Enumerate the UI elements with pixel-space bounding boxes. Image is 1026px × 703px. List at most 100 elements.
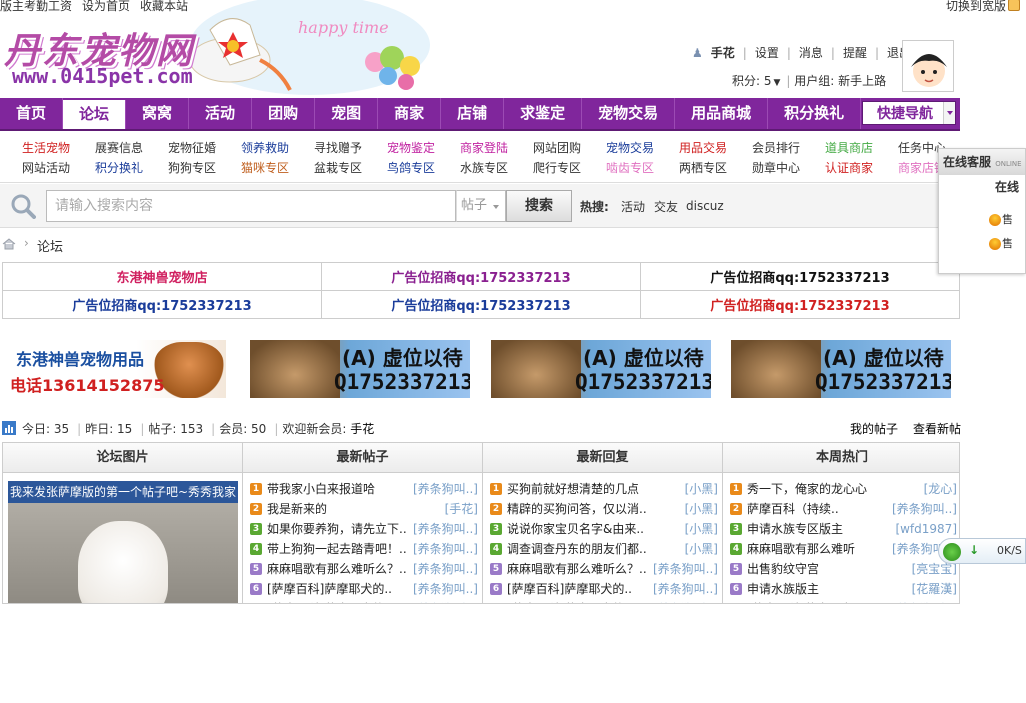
sub-nav-link[interactable]: 狗狗专区	[168, 159, 216, 176]
post-title-link[interactable]: [萨摩百科]萨摩耶犬的..	[267, 579, 392, 599]
sub-nav-link[interactable]: 生活宠物	[22, 139, 70, 156]
nav-item-points-gifts[interactable]: 积分换礼	[768, 98, 862, 129]
ad-cell[interactable]: 东港神兽宠物店	[2, 262, 322, 291]
post-title-link[interactable]: 精辟的买狗问答，仅以消..	[507, 499, 647, 519]
online-service-panel[interactable]: 在线客服 ONLINE 在线 售 售	[938, 148, 1026, 274]
hot-search-link[interactable]: 交友	[654, 198, 678, 215]
ad-cell[interactable]: 广告位招商qq:1752337213	[640, 262, 960, 291]
list-item[interactable]: 4 调查调查丹东的朋友们都.. [小黑]	[483, 539, 722, 559]
list-item[interactable]: 5 麻麻唱歌有那么难听么？.. [养条狗叫..]	[243, 559, 482, 579]
nav-item-appraisal[interactable]: 求鉴定	[504, 98, 583, 129]
sub-nav-link[interactable]: 勋章中心	[752, 159, 800, 176]
post-author-link[interactable]: [养条狗叫..]	[892, 599, 957, 603]
post-author-link[interactable]: [wfd1987]	[895, 519, 957, 539]
settings-link[interactable]: 设置	[755, 46, 779, 60]
post-author-link[interactable]: [养条狗叫..]	[413, 519, 478, 539]
list-item[interactable]: 5 麻麻唱歌有那么难听么？.. [养条狗叫..]	[483, 559, 722, 579]
post-title-link[interactable]: 萨摩百科（持续..	[747, 499, 839, 519]
sub-nav-link[interactable]: 两栖专区	[679, 159, 727, 176]
breadcrumb[interactable]: 论坛	[37, 236, 63, 255]
post-title-link[interactable]: 说说你家宝贝名字&由来..	[507, 519, 644, 539]
post-title-link[interactable]: 申请水族专区版主	[747, 519, 843, 539]
post-author-link[interactable]: [养条狗叫..]	[653, 559, 718, 579]
hot-search-link[interactable]: discuz	[686, 199, 724, 213]
post-author-link[interactable]: [花羅漢]	[912, 579, 957, 599]
post-author-link[interactable]: [养条狗叫..]	[892, 499, 957, 519]
sub-nav-link[interactable]: 啮齿专区	[606, 159, 654, 176]
list-item[interactable]: 7 [萨摩百科]萨摩耶犬的.. [养条狗叫..]	[243, 599, 482, 603]
nav-item-events[interactable]: 活动	[189, 98, 253, 129]
username-link[interactable]: 手花	[711, 46, 735, 60]
list-item[interactable]: 7 [萨摩百科]萨摩耶犬的.. [养条狗叫..]	[483, 599, 722, 603]
qq-service-link[interactable]: 售	[989, 235, 1025, 253]
points-link[interactable]: 积分: 5	[732, 74, 772, 88]
post-author-link[interactable]: [养条狗叫..]	[413, 559, 478, 579]
post-author-link[interactable]: [小黑]	[685, 479, 718, 499]
ad-cell[interactable]: 广告位招商qq:1752337213	[640, 290, 960, 319]
forum-pic-caption[interactable]: 我来发张萨摩版的第一个帖子吧~秀秀我家	[8, 481, 238, 503]
post-author-link[interactable]: [养条狗叫..]	[413, 579, 478, 599]
post-title-link[interactable]: 麻麻唱歌有那么难听么？..	[507, 559, 647, 579]
sub-nav-link[interactable]: 宠物征婚	[168, 139, 216, 156]
sub-nav-link[interactable]: 宠物交易	[606, 139, 654, 156]
nav-item-merchants[interactable]: 商家	[378, 98, 442, 129]
post-author-link[interactable]: [养条狗叫..]	[413, 479, 478, 499]
post-author-link[interactable]: [养条狗叫..]	[413, 539, 478, 559]
sub-nav-link[interactable]: 用品交易	[679, 139, 727, 156]
post-title-link[interactable]: 如果你要养狗，请先立下..	[267, 519, 407, 539]
list-item[interactable]: 6 申请水族版主 [花羅漢]	[723, 579, 959, 599]
list-item[interactable]: 1 秀一下，俺家的龙心心 [龙心]	[723, 479, 959, 499]
post-title-link[interactable]: [萨摩百科]萨摩耶犬..	[747, 599, 860, 603]
notifications-link[interactable]: 提醒	[843, 46, 867, 60]
post-author-link[interactable]: [小黑]	[685, 499, 718, 519]
new-topics-link[interactable]: 查看新帖	[913, 420, 961, 437]
post-title-link[interactable]: [萨摩百科]萨摩耶犬的..	[267, 599, 392, 603]
list-item[interactable]: 1 买狗前就好想清楚的几点 [小黑]	[483, 479, 722, 499]
home-icon[interactable]	[2, 238, 16, 250]
nav-item-forum[interactable]: 论坛	[63, 100, 127, 129]
search-input[interactable]: 请输入搜索内容	[46, 190, 456, 222]
post-author-link[interactable]: [养条狗叫..]	[413, 599, 478, 603]
sub-nav-link[interactable]: 会员排行	[752, 139, 800, 156]
welcome-user-link[interactable]: 手花	[350, 422, 374, 436]
search-type-select[interactable]: 帖子	[456, 190, 506, 222]
post-title-link[interactable]: 调查调查丹东的朋友们都..	[507, 539, 647, 559]
my-topics-link[interactable]: 我的帖子	[850, 420, 898, 437]
list-item[interactable]: 2 萨摩百科（持续.. [养条狗叫..]	[723, 499, 959, 519]
user-group-link[interactable]: 用户组: 新手上路	[794, 74, 886, 88]
list-item[interactable]: 2 精辟的买狗问答，仅以消.. [小黑]	[483, 499, 722, 519]
list-item[interactable]: 4 带上狗狗一起去踏青吧！.. [养条狗叫..]	[243, 539, 482, 559]
list-item[interactable]: 3 申请水族专区版主 [wfd1987]	[723, 519, 959, 539]
nav-item-supplies-mall[interactable]: 用品商城	[675, 98, 769, 129]
sub-nav-link[interactable]: 商家登陆	[460, 139, 508, 156]
nav-item-nest[interactable]: 窝窝	[126, 98, 190, 129]
nav-item-home[interactable]: 首页	[0, 98, 64, 129]
nav-item-pet-pics[interactable]: 宠图	[315, 98, 379, 129]
post-title-link[interactable]: 带上狗狗一起去踏青吧！..	[267, 539, 407, 559]
list-item[interactable]: 5 出售豹纹守宫 [亮宝宝]	[723, 559, 959, 579]
sub-nav-link[interactable]: 猫咪专区	[241, 159, 289, 176]
avatar[interactable]	[902, 40, 954, 92]
list-item[interactable]: 6 [萨摩百科]萨摩耶犬的.. [养条狗叫..]	[243, 579, 482, 599]
ad-cell[interactable]: 广告位招商qq:1752337213	[321, 290, 641, 319]
widescreen-icon[interactable]	[1008, 0, 1020, 11]
list-item[interactable]: 3 说说你家宝贝名字&由来.. [小黑]	[483, 519, 722, 539]
post-title-link[interactable]: [萨摩百科]萨摩耶犬的..	[507, 579, 632, 599]
search-button[interactable]: 搜索	[506, 190, 572, 222]
post-title-link[interactable]: 出售豹纹守宫	[747, 559, 819, 579]
post-author-link[interactable]: [养条狗叫..]	[653, 599, 718, 603]
post-title-link[interactable]: 买狗前就好想清楚的几点	[507, 479, 639, 499]
network-speed-widget[interactable]: ↓ 0K/S	[938, 538, 1026, 564]
post-title-link[interactable]: 秀一下，俺家的龙心心	[747, 479, 867, 499]
list-item[interactable]: 2 我是新来的 [手花]	[243, 499, 482, 519]
quick-nav-button[interactable]: 快捷导航	[862, 101, 956, 125]
sub-nav-link[interactable]: 水族专区	[460, 159, 508, 176]
post-title-link[interactable]: 申请水族版主	[747, 579, 819, 599]
sub-nav-link[interactable]: 积分换礼	[95, 159, 143, 176]
nav-item-pet-trade[interactable]: 宠物交易	[582, 98, 676, 129]
vacant-ad-banner[interactable]: (A) 虚位以待 Q1752337213	[491, 340, 711, 398]
sub-nav-link[interactable]: 道具商店	[825, 139, 873, 156]
sub-nav-link[interactable]: 认证商家	[825, 159, 873, 176]
qq-service-link[interactable]: 售	[989, 211, 1025, 229]
hot-search-link[interactable]: 活动	[621, 198, 645, 215]
